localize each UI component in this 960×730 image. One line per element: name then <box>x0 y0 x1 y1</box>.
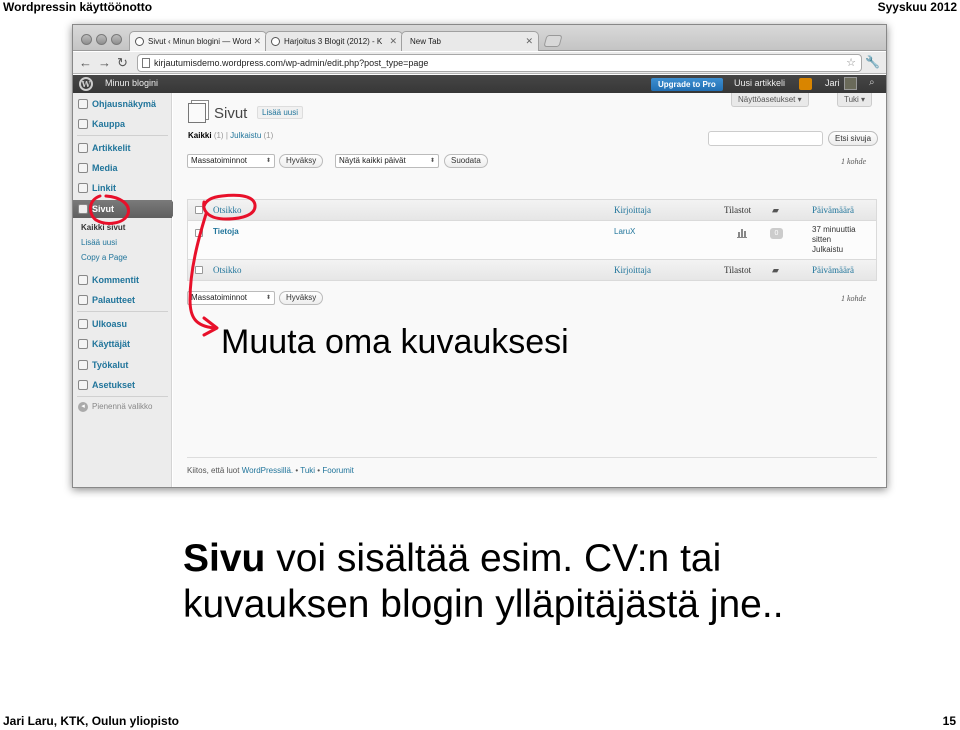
slide-caption: Sivu voi sisältää esim. CV:n tai kuvauks… <box>183 536 823 628</box>
slide-footer: Jari Laru, KTK, Oulun yliopisto 15 <box>0 714 960 730</box>
slide-page-number: 15 <box>942 714 956 728</box>
slide-footer-author: Jari Laru, KTK, Oulun yliopisto <box>3 714 180 728</box>
arrow-line-mark <box>188 212 216 330</box>
caption-bold: Sivu <box>183 537 266 580</box>
tietoja-circle-mark <box>202 193 257 221</box>
caption-text: voi sisältää esim. CV:n tai kuvauksen bl… <box>183 537 784 626</box>
sivut-circle-mark <box>89 194 130 225</box>
